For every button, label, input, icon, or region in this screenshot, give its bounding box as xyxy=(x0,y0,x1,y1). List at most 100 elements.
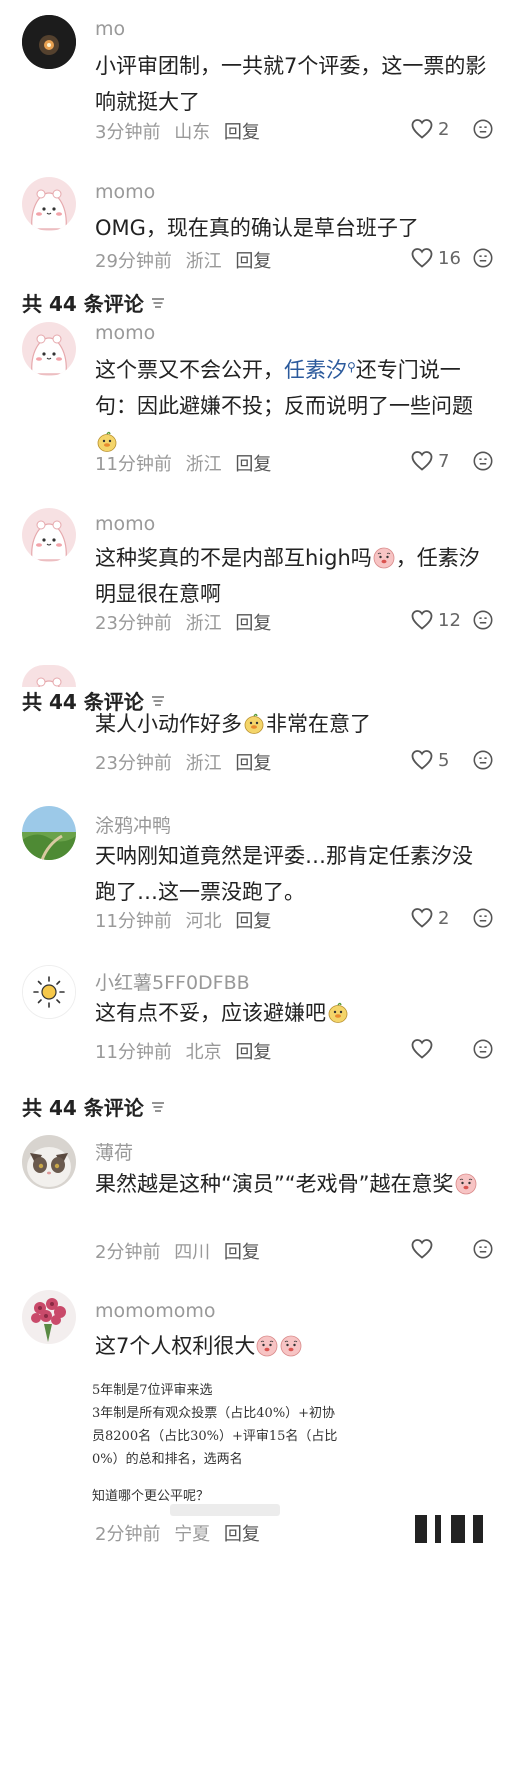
comment-count-header[interactable]: 共 44 条评论 xyxy=(22,1092,166,1121)
attached-image[interactable]: 5年制是7位评审来选 3年制是所有观众投票（占比40%）+初协 员8200名（占… xyxy=(90,1372,390,1522)
comment-location: 山东 xyxy=(174,122,211,143)
heart-icon xyxy=(410,449,434,473)
like-button[interactable]: 5 xyxy=(410,748,449,772)
comment-time: 2分钟前 xyxy=(95,1242,161,1263)
comment-location: 浙江 xyxy=(185,251,222,272)
reply-button[interactable]: 回复 xyxy=(235,1042,271,1063)
comment-meta: 11分钟前 北京 回复 xyxy=(95,1038,279,1064)
peach-face-emoji-icon xyxy=(255,1334,279,1358)
reply-button[interactable]: 回复 xyxy=(235,911,271,932)
sun-icon xyxy=(23,966,75,1018)
comment-text: 这个票又不会公开，任素汐⚲还专门说一句：因此避嫌不投；反而说明了一些问题 xyxy=(95,349,487,460)
comment-username[interactable]: momomomo xyxy=(95,1300,216,1322)
reply-button[interactable]: 回复 xyxy=(224,1242,260,1263)
like-button[interactable]: 2 xyxy=(410,906,449,930)
avatar[interactable] xyxy=(22,508,76,562)
avatar-image xyxy=(22,177,76,231)
avatar[interactable] xyxy=(22,15,76,69)
comment-username[interactable]: momo xyxy=(95,513,155,535)
handwritten-line: 5年制是7位评审来选 xyxy=(92,1383,213,1398)
emoji-react-icon[interactable] xyxy=(472,907,494,929)
emoji-react-icon[interactable] xyxy=(472,450,494,472)
avatar[interactable] xyxy=(22,806,76,860)
heart-icon xyxy=(410,906,434,930)
comment-meta: 2分钟前 宁夏 回复 xyxy=(95,1520,268,1546)
search-icon: ⚲ xyxy=(347,360,356,374)
emoji-react-icon[interactable] xyxy=(472,247,494,269)
comment-count-header[interactable]: 共 44 条评论 xyxy=(22,288,166,317)
comment-text-part: 这7个人权利很大 xyxy=(95,1334,256,1358)
comment-location: 河北 xyxy=(185,911,222,932)
handwritten-line: 0%）的总和排名，选两名 xyxy=(92,1452,243,1467)
like-count: 16 xyxy=(438,247,461,269)
comment-text-part: 非常在意了 xyxy=(266,712,371,736)
like-count: 7 xyxy=(438,450,450,472)
reply-button[interactable]: 回复 xyxy=(235,753,271,774)
like-count: 5 xyxy=(438,749,450,771)
heart-icon xyxy=(410,117,434,141)
avatar[interactable] xyxy=(22,1290,76,1344)
heart-icon xyxy=(410,608,434,632)
reply-button[interactable]: 回复 xyxy=(235,454,271,475)
comment-location: 北京 xyxy=(185,1042,222,1063)
avatar[interactable] xyxy=(22,965,76,1019)
reply-button[interactable]: 回复 xyxy=(224,1524,260,1545)
emoji-react-icon[interactable] xyxy=(472,1238,494,1260)
like-button[interactable] xyxy=(410,1037,434,1061)
comment-location: 宁夏 xyxy=(174,1524,211,1545)
comment-text: 小评审团制，一共就7个评委，这一票的影响就挺大了 xyxy=(95,54,487,114)
like-button[interactable]: 12 xyxy=(410,608,461,632)
comment-username[interactable]: 小红薯5FF0DFBB xyxy=(95,968,250,995)
comment-text-part: 某人小动作好多 xyxy=(95,712,242,736)
heart-icon xyxy=(410,1237,434,1261)
like-count: 2 xyxy=(438,118,450,140)
emoji-react-icon[interactable] xyxy=(472,118,494,140)
comment-time: 23分钟前 xyxy=(95,613,172,634)
comment-meta: 29分钟前 浙江 回复 xyxy=(95,247,279,273)
reply-button[interactable]: 回复 xyxy=(224,122,260,143)
mention-link[interactable]: 任素汐 xyxy=(284,358,347,382)
like-button[interactable]: 2 xyxy=(410,117,449,141)
comment-time: 2分钟前 xyxy=(95,1524,161,1545)
comment-time: 11分钟前 xyxy=(95,911,172,932)
emoji-react-icon[interactable] xyxy=(472,609,494,631)
like-button[interactable]: 7 xyxy=(410,449,449,473)
like-button[interactable]: 16 xyxy=(410,246,461,270)
crying-face-emoji-icon xyxy=(454,1172,478,1196)
duck-emoji-icon xyxy=(242,712,266,736)
comment-meta: 2分钟前 四川 回复 xyxy=(95,1238,268,1264)
comment-username[interactable]: 薄荷 xyxy=(95,1138,133,1165)
comment-username[interactable]: mo xyxy=(95,18,125,40)
avatar[interactable] xyxy=(22,665,76,687)
comment-username[interactable]: momo xyxy=(95,322,155,344)
avatar[interactable] xyxy=(22,177,76,231)
avatar[interactable] xyxy=(22,322,76,376)
comment-time: 11分钟前 xyxy=(95,454,172,475)
sort-icon xyxy=(150,1099,166,1115)
comment-time: 3分钟前 xyxy=(95,122,161,143)
comment-time: 23分钟前 xyxy=(95,753,172,774)
comment-text: 果然越是这种“演员”“老戏骨”越在意奖 xyxy=(95,1166,487,1202)
comment-meta: 11分钟前 河北 回复 xyxy=(95,907,279,933)
comment-text: OMG，现在真的确认是草台班子了 xyxy=(95,216,419,240)
comment-text-part: 这有点不妥，应该避嫌吧 xyxy=(95,1001,326,1025)
emoji-react-icon[interactable] xyxy=(472,1038,494,1060)
emoji-react-icon[interactable] xyxy=(472,749,494,771)
avatar-image xyxy=(22,1135,76,1189)
comment-meta: 11分钟前 浙江 回复 xyxy=(95,450,279,476)
heart-icon xyxy=(410,1037,434,1061)
comment-location: 四川 xyxy=(174,1242,211,1263)
avatar[interactable] xyxy=(22,1135,76,1189)
crying-face-emoji-icon xyxy=(372,546,396,570)
comment-text: 天呐刚知道竟然是评委…那肯定任素汐没跑了…这一票没跑了。 xyxy=(95,844,473,904)
reply-button[interactable]: 回复 xyxy=(235,251,271,272)
duck-emoji-icon xyxy=(326,1001,350,1025)
comment-username[interactable]: momo xyxy=(95,181,155,203)
comment-username[interactable]: 涂鸦冲鸭 xyxy=(95,811,171,838)
comment-location: 浙江 xyxy=(185,454,222,475)
reply-button[interactable]: 回复 xyxy=(235,613,271,634)
handwritten-line: 3年制是所有观众投票（占比40%）+初协 xyxy=(92,1406,336,1421)
like-button[interactable] xyxy=(410,1237,434,1261)
comment-count-label: 共 44 条评论 xyxy=(22,292,144,316)
comment-text-part: 这种奖真的不是内部互high吗 xyxy=(95,546,372,570)
